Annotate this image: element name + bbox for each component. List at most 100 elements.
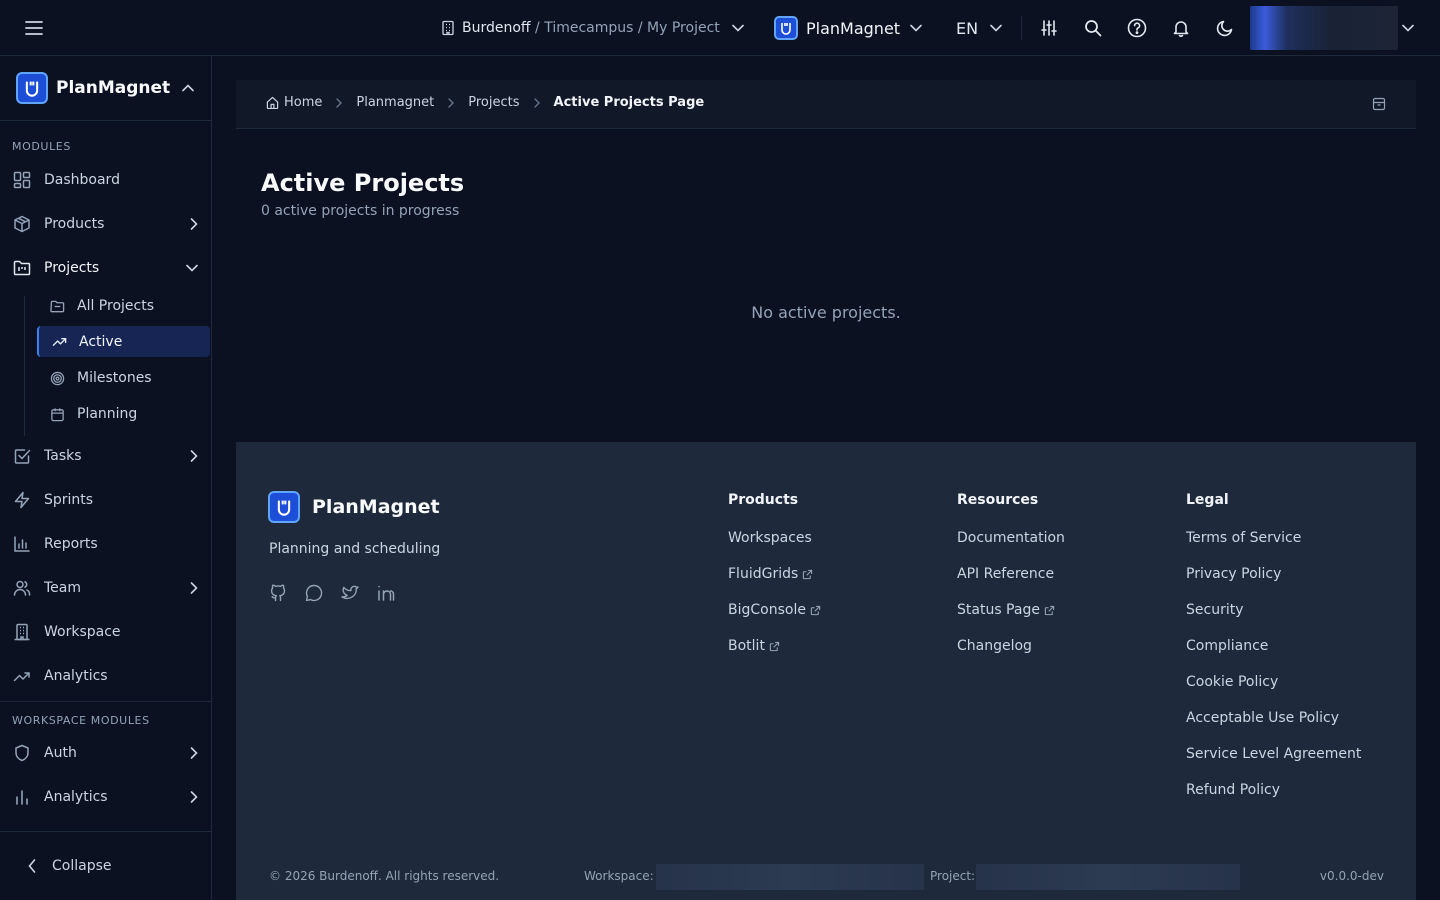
- chevron-down-icon: [1402, 24, 1414, 32]
- external-link-icon: [1044, 605, 1055, 616]
- footer-link-workspaces[interactable]: Workspaces: [728, 520, 821, 556]
- target-icon: [49, 370, 65, 386]
- footer-socials: [268, 583, 396, 603]
- sidebar-item-label: Team: [44, 580, 82, 596]
- sidebar-item-label: Projects: [44, 260, 100, 276]
- sidebar-item-products[interactable]: Products: [12, 206, 202, 242]
- building-icon: [12, 622, 32, 642]
- message-circle-icon[interactable]: [304, 583, 324, 603]
- breadcrumb-planmagnet[interactable]: Planmagnet: [356, 95, 434, 110]
- sidebar-item-auth[interactable]: Auth: [12, 735, 202, 771]
- breadcrumb-home[interactable]: Home: [266, 95, 322, 110]
- footer-link-privacy[interactable]: Privacy Policy: [1186, 556, 1361, 592]
- sliders-icon[interactable]: [1037, 16, 1061, 40]
- footer-link-status-page[interactable]: Status Page: [957, 592, 1065, 628]
- sidebar-item-workspace-analytics[interactable]: Analytics: [12, 779, 202, 815]
- avatar: [1250, 6, 1398, 50]
- sidebar-subitem-milestones[interactable]: Milestones: [37, 363, 210, 393]
- help-icon[interactable]: [1125, 16, 1149, 40]
- sidebar-item-team[interactable]: Team: [12, 570, 202, 606]
- chevron-down-icon: [990, 24, 1002, 32]
- twitter-icon[interactable]: [340, 583, 360, 603]
- footer-link-documentation[interactable]: Documentation: [957, 520, 1065, 556]
- github-icon[interactable]: [268, 583, 288, 603]
- app-name: PlanMagnet: [806, 18, 901, 38]
- hamburger-menu-icon[interactable]: [20, 14, 48, 42]
- sidebar-subitem-all-projects[interactable]: All Projects: [37, 291, 210, 321]
- search-icon[interactable]: [1081, 16, 1105, 40]
- sidebar-item-label: Analytics: [44, 789, 108, 805]
- footer-link-terms[interactable]: Terms of Service: [1186, 520, 1361, 556]
- chevron-down-icon: [731, 24, 744, 32]
- footer-link-botlit[interactable]: Botlit: [728, 628, 821, 664]
- footer-brand[interactable]: PlanMagnet: [268, 491, 440, 523]
- app-switcher[interactable]: PlanMagnet: [774, 15, 922, 41]
- chevron-right-icon: [336, 97, 343, 108]
- footer-column-legal: Legal Terms of Service Privacy Policy Se…: [1186, 492, 1361, 816]
- footer-link-acceptable-use[interactable]: Acceptable Use Policy: [1186, 700, 1361, 736]
- footer-link-sla[interactable]: Service Level Agreement: [1186, 736, 1361, 772]
- chevron-down-icon: [910, 24, 922, 32]
- footer-link-refund-policy[interactable]: Refund Policy: [1186, 772, 1361, 808]
- shield-icon: [12, 743, 32, 763]
- sidebar-subitem-planning[interactable]: Planning: [37, 399, 210, 429]
- sidebar-brand[interactable]: PlanMagnet: [16, 72, 202, 104]
- sidebar-item-dashboard[interactable]: Dashboard: [12, 162, 202, 198]
- moon-icon[interactable]: [1213, 16, 1237, 40]
- topbar-divider: [1021, 16, 1022, 40]
- sidebar-item-tasks[interactable]: Tasks: [12, 438, 202, 474]
- sidebar-section-workspace-modules: WORKSPACE MODULES: [12, 714, 150, 727]
- footer-project-value-redacted: [976, 864, 1240, 890]
- empty-state-message: No active projects.: [751, 303, 901, 322]
- sidebar-item-label: Auth: [44, 745, 77, 761]
- footer-link-label: FluidGrids: [728, 566, 799, 582]
- footer-link-cookie-policy[interactable]: Cookie Policy: [1186, 664, 1361, 700]
- sidebar-subitem-label: Active: [79, 333, 123, 350]
- footer-link-label: Documentation: [957, 530, 1065, 546]
- footer-link-changelog[interactable]: Changelog: [957, 628, 1065, 664]
- footer-workspace-label: Workspace:: [584, 869, 654, 883]
- chevron-right-icon: [190, 747, 198, 759]
- context-path: / Timecampus / My Project: [530, 20, 720, 36]
- sidebar-item-label: Sprints: [44, 492, 94, 508]
- footer-link-security[interactable]: Security: [1186, 592, 1361, 628]
- sidebar-item-workspace[interactable]: Workspace: [12, 614, 202, 650]
- language-code: EN: [956, 18, 979, 38]
- footer-link-fluidgrids[interactable]: FluidGrids: [728, 556, 821, 592]
- linkedin-icon[interactable]: [376, 583, 396, 603]
- footer-link-api-reference[interactable]: API Reference: [957, 556, 1065, 592]
- sidebar-item-sprints[interactable]: Sprints: [12, 482, 202, 518]
- footer-column-title: Legal: [1186, 492, 1229, 508]
- user-menu[interactable]: [1250, 6, 1422, 50]
- sidebar-subitem-active[interactable]: Active: [37, 326, 210, 357]
- breadcrumb-current: Active Projects Page: [553, 95, 705, 110]
- grid-icon: [12, 170, 32, 190]
- context-switcher[interactable]: Burdenoff / Timecampus / My Project: [440, 16, 744, 40]
- chevron-right-icon: [533, 97, 540, 108]
- collapse-sidebar-button[interactable]: Collapse: [28, 852, 112, 880]
- footer-link-label: Refund Policy: [1186, 782, 1280, 798]
- archive-icon[interactable]: [1372, 97, 1386, 111]
- sidebar-divider: [0, 831, 211, 832]
- footer-link-label: Security: [1186, 602, 1244, 618]
- calendar-icon: [49, 406, 65, 422]
- planmagnet-logo-icon: [268, 491, 300, 523]
- breadcrumb-projects[interactable]: Projects: [468, 95, 519, 110]
- footer-link-bigconsole[interactable]: BigConsole: [728, 592, 821, 628]
- check-square-icon: [12, 446, 32, 466]
- sidebar-divider: [0, 701, 211, 702]
- context-org: Burdenoff: [462, 20, 531, 36]
- footer-link-label: Service Level Agreement: [1186, 746, 1362, 762]
- footer-column-title: Resources: [957, 492, 1039, 508]
- zap-icon: [12, 490, 32, 510]
- top-bar: Burdenoff / Timecampus / My Project Plan…: [0, 0, 1440, 56]
- sidebar-item-analytics[interactable]: Analytics: [12, 658, 202, 694]
- sidebar-item-projects[interactable]: Projects: [12, 250, 202, 286]
- sidebar-item-label: Products: [44, 216, 105, 232]
- planmagnet-logo-icon: [16, 72, 48, 104]
- bell-icon[interactable]: [1169, 16, 1193, 40]
- sidebar-item-reports[interactable]: Reports: [12, 526, 202, 562]
- footer-link-compliance[interactable]: Compliance: [1186, 628, 1361, 664]
- footer-version: v0.0.0-dev: [1319, 869, 1384, 883]
- language-switcher[interactable]: EN: [956, 16, 1002, 40]
